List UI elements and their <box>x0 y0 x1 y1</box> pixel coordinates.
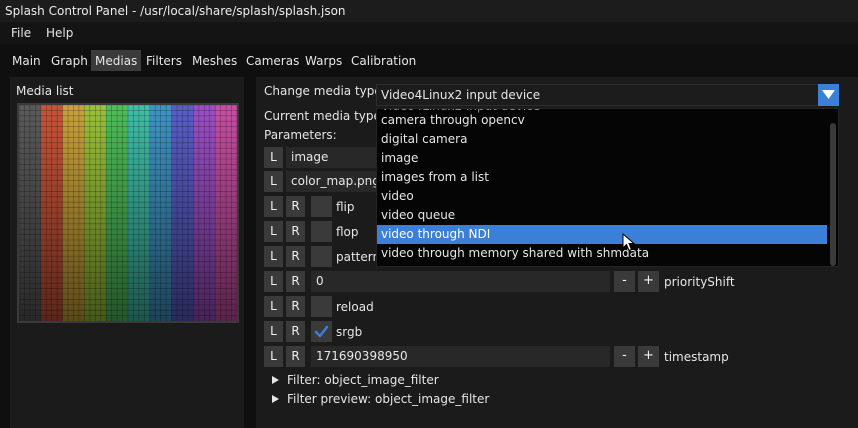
parameters-label: Parameters: <box>264 128 337 142</box>
dropdown-option[interactable]: camera through opencv <box>377 111 827 130</box>
dropdown-scrollbar[interactable] <box>830 123 836 266</box>
window-title: Splash Control Panel - /usr/local/share/… <box>5 4 346 18</box>
tab-cameras[interactable]: Cameras <box>242 50 303 71</box>
dropdown-option[interactable]: digital camera <box>377 130 827 149</box>
title-bar: Splash Control Panel - /usr/local/share/… <box>0 0 858 22</box>
flip-label: flip <box>336 200 355 214</box>
tab-medias[interactable]: Medias <box>91 50 142 71</box>
decrement-button[interactable]: - <box>614 346 635 367</box>
chevron-down-icon <box>822 90 835 99</box>
lock-button[interactable]: L <box>264 271 283 292</box>
expand-arrow-icon[interactable] <box>272 376 279 384</box>
tab-warps[interactable]: Warps <box>301 50 346 71</box>
media-type-dropdown: Video4Linux2 input device camera through… <box>376 108 839 267</box>
reset-button[interactable]: R <box>286 271 305 292</box>
reset-button[interactable]: R <box>286 346 305 367</box>
srgb-label: srgb <box>336 325 363 339</box>
flip-checkbox[interactable] <box>311 196 332 217</box>
tab-filters[interactable]: Filters <box>142 50 186 71</box>
dropdown-option[interactable]: image <box>377 149 827 168</box>
timestamp-input[interactable]: 171690398950 <box>311 346 610 367</box>
media-type-combo[interactable]: Video4Linux2 input device <box>376 84 839 106</box>
lock-button[interactable]: L <box>264 346 283 367</box>
flop-checkbox[interactable] <box>311 221 332 242</box>
priority-shift-label: priorityShift <box>664 275 735 289</box>
media-list-heading: Media list <box>16 84 74 98</box>
dropdown-option[interactable]: video queue <box>377 206 827 225</box>
decrement-button[interactable]: - <box>614 271 635 292</box>
tab-main[interactable]: Main <box>8 50 45 71</box>
reset-button[interactable]: R <box>286 196 305 217</box>
lock-button[interactable]: L <box>264 196 283 217</box>
tab-calibration[interactable]: Calibration <box>347 50 420 71</box>
lock-button[interactable]: L <box>264 171 283 192</box>
reload-checkbox[interactable] <box>311 296 332 317</box>
flop-label: flop <box>336 225 359 239</box>
lock-button[interactable]: L <box>264 221 283 242</box>
mouse-cursor-icon <box>622 233 636 252</box>
tab-graph[interactable]: Graph <box>47 50 92 71</box>
menu-help[interactable]: Help <box>46 26 73 40</box>
menu-file[interactable]: File <box>11 26 31 40</box>
dropdown-option-highlighted[interactable]: video through NDI <box>377 225 827 244</box>
reset-button[interactable]: R <box>286 321 305 342</box>
tab-bar: Main Graph Medias Filters Meshes Cameras… <box>0 50 858 72</box>
color-test-pattern-icon <box>19 105 237 321</box>
filter-preview-header[interactable]: Filter preview: object_image_filter <box>287 392 489 406</box>
lock-button[interactable]: L <box>264 147 283 168</box>
media-list-panel: Media list <box>10 77 244 428</box>
expand-arrow-icon[interactable] <box>272 395 279 403</box>
dropdown-option[interactable]: video through memory shared with shmdata <box>377 244 827 263</box>
lock-button[interactable]: L <box>264 246 283 267</box>
timestamp-label: timestamp <box>664 350 729 364</box>
srgb-checkbox[interactable] <box>311 321 332 342</box>
reset-button[interactable]: R <box>286 296 305 317</box>
priority-shift-input[interactable]: 0 <box>311 271 610 292</box>
media-type-value: Video4Linux2 input device <box>381 88 541 102</box>
increment-button[interactable]: + <box>638 346 659 367</box>
reset-button[interactable]: R <box>286 221 305 242</box>
lock-button[interactable]: L <box>264 321 283 342</box>
dropdown-option[interactable]: video <box>377 187 827 206</box>
media-thumbnail[interactable] <box>17 103 239 323</box>
lock-button[interactable]: L <box>264 296 283 317</box>
menu-bar: File Help <box>0 22 858 44</box>
tab-meshes[interactable]: Meshes <box>188 50 241 71</box>
pattern-checkbox[interactable] <box>311 246 332 267</box>
checkmark-icon <box>314 325 329 338</box>
change-media-type-label: Change media type: <box>264 84 386 98</box>
dropdown-option[interactable]: images from a list <box>377 168 827 187</box>
increment-button[interactable]: + <box>638 271 659 292</box>
pattern-label: pattern <box>336 250 381 264</box>
dropdown-button[interactable] <box>818 84 839 106</box>
reload-label: reload <box>336 300 374 314</box>
reset-button[interactable]: R <box>286 246 305 267</box>
filter-header[interactable]: Filter: object_image_filter <box>287 373 439 387</box>
